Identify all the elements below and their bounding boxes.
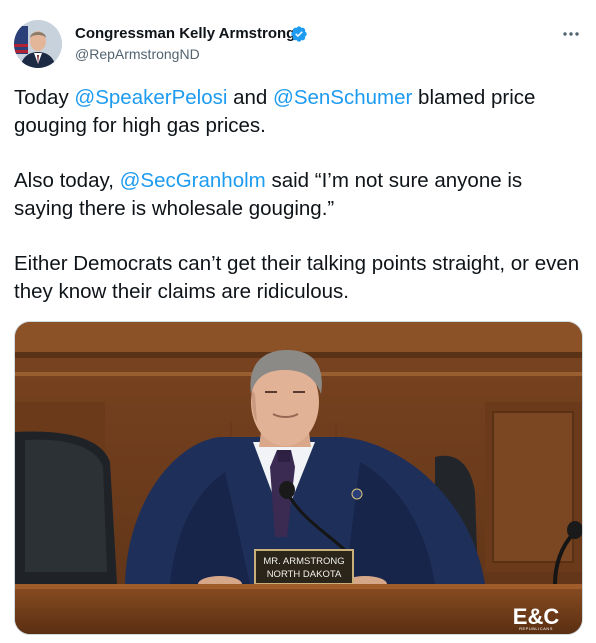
tweet-video-media[interactable]: MR. ARMSTRONG NORTH DAKOTA E&C REPUBLICA…: [14, 321, 583, 635]
nameplate-line-2: NORTH DAKOTA: [267, 569, 342, 580]
mention-link-secgranholm[interactable]: @SecGranholm: [120, 169, 266, 192]
tweet-text: Today @SpeakerPelosi and @SenSchumer bla…: [14, 84, 584, 333]
tweet-paragraph-2: Also today, @SecGranholm said “I’m not s…: [14, 167, 584, 223]
text-span: Today: [14, 86, 75, 109]
more-options-icon[interactable]: [558, 28, 584, 40]
tweet-paragraph-1: Today @SpeakerPelosi and @SenSchumer bla…: [14, 84, 584, 140]
avatar[interactable]: [14, 20, 62, 68]
author-name[interactable]: Congressman Kelly Armstrong: [75, 25, 295, 42]
tweet-card: Congressman Kelly Armstrong @RepArmstron…: [0, 0, 596, 643]
author-handle[interactable]: @RepArmstrongND: [75, 46, 200, 62]
video-frame: MR. ARMSTRONG NORTH DAKOTA E&C REPUBLICA…: [15, 322, 582, 634]
tweet-paragraph-3: Either Democrats can’t get their talking…: [14, 250, 584, 306]
mention-link-senschumer[interactable]: @SenSchumer: [273, 86, 412, 109]
verified-badge-icon: [291, 26, 307, 42]
text-span: and: [227, 86, 274, 109]
avatar-image: [14, 20, 62, 68]
mention-link-speakerpelosi[interactable]: @SpeakerPelosi: [74, 86, 227, 109]
text-span: Either Democrats can’t get their talking…: [14, 252, 580, 303]
ec-logo-subtext: REPUBLICANS: [519, 626, 553, 631]
nameplate-line-1: MR. ARMSTRONG: [263, 556, 344, 567]
text-span: Also today,: [14, 169, 120, 192]
